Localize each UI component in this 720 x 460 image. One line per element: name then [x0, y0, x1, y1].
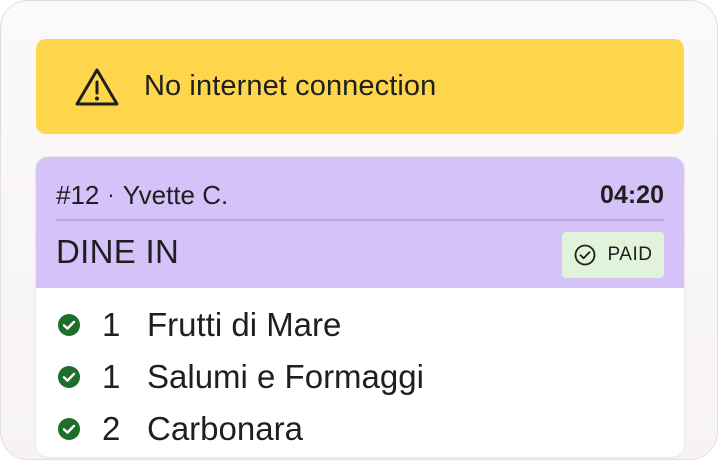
separator-dot: · [107, 182, 115, 207]
check-circle-icon [57, 365, 81, 389]
item-quantity: 1 [102, 358, 121, 395]
order-ticket[interactable]: #12 · Yvette C. 04:20 DINE IN PAID 1 Fru… [36, 157, 684, 457]
item-quantity: 2 [102, 410, 121, 447]
list-item[interactable]: 1 Salumi e Formaggi [36, 352, 684, 402]
payment-status-badge: PAID [562, 232, 664, 278]
offline-banner: No internet connection [36, 39, 684, 134]
header-divider [56, 219, 664, 221]
list-item[interactable]: 1 Frutti di Mare [36, 300, 684, 350]
ticket-identity: #12 · Yvette C. [56, 180, 228, 211]
ticket-header: #12 · Yvette C. 04:20 DINE IN PAID [36, 157, 684, 288]
check-circle-icon [57, 417, 81, 441]
ticket-header-row: #12 · Yvette C. 04:20 [56, 175, 664, 215]
elapsed-timer: 04:20 [600, 180, 664, 209]
payment-status-label: PAID [607, 244, 653, 265]
item-quantity: 1 [102, 306, 121, 343]
order-number: #12 [56, 179, 100, 210]
list-item[interactable]: 2 Carbonara [36, 404, 684, 454]
check-circle-icon [574, 244, 596, 266]
banner-message: No internet connection [144, 70, 437, 102]
customer-name: Yvette C. [122, 179, 229, 210]
check-circle-icon [57, 313, 81, 337]
item-name: Salumi e Formaggi [147, 358, 424, 395]
app-frame: No internet connection #12 · Yvette C. 0… [0, 0, 718, 460]
item-name: Carbonara [147, 410, 303, 447]
item-name: Frutti di Mare [147, 306, 342, 343]
warning-triangle-icon [74, 66, 120, 108]
order-type: DINE IN [56, 233, 180, 270]
